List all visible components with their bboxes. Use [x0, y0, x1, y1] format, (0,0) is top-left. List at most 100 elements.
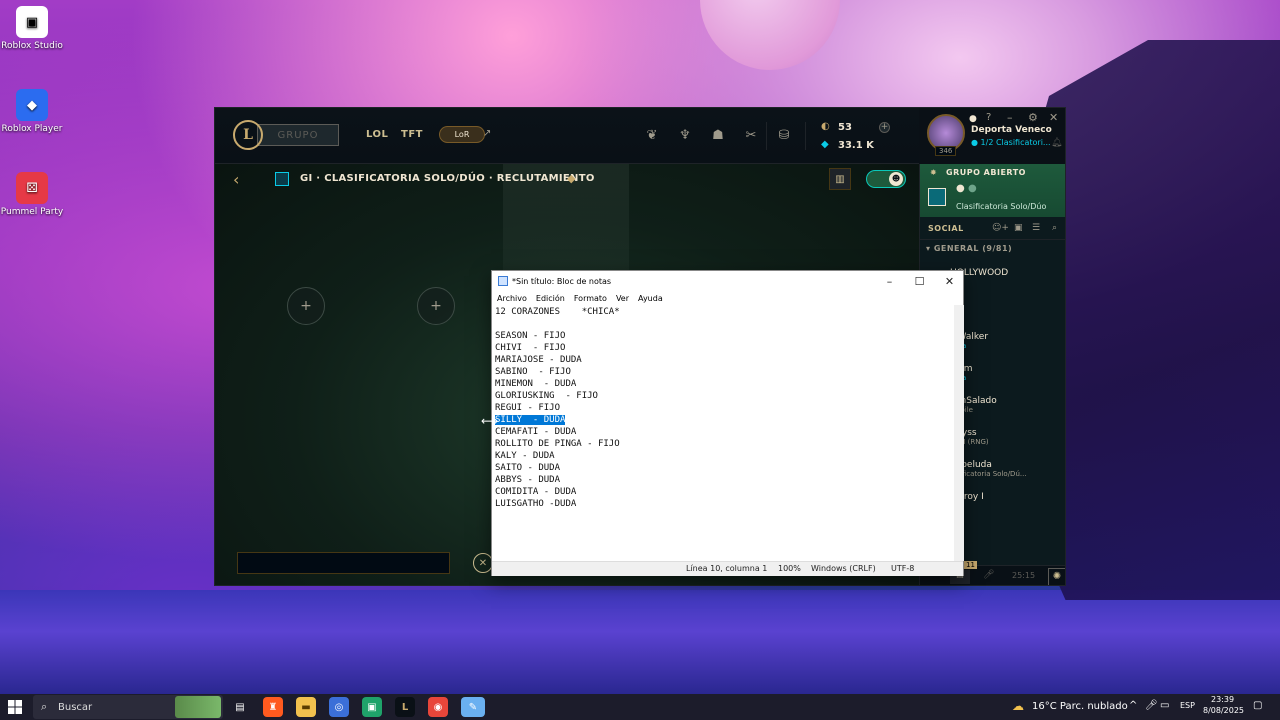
chat-timer: 25:15 [1012, 571, 1036, 580]
buy-rp-button[interactable]: + [879, 122, 890, 133]
champions-icon[interactable]: ♆ [677, 128, 693, 144]
loot-icon[interactable]: ✂ [743, 128, 759, 144]
nav-tft[interactable]: TFT [401, 129, 423, 140]
text-line: SILLY - DUDA [495, 414, 951, 426]
leave-lobby-button[interactable]: ✕ [473, 553, 493, 573]
lobby-breadcrumb: GI · CLASIFICATORIA SOLO/DÚO · RECLUTAMI… [300, 173, 595, 184]
group-button-label: GRUPO [277, 129, 319, 141]
open-group-card[interactable]: ✸ GRUPO ABIERTO ● ● Clasificatoria Solo/… [920, 164, 1065, 217]
network-icon[interactable]: ▭ [1160, 700, 1169, 711]
vertical-scrollbar[interactable] [954, 305, 964, 561]
league-client-taskbar-icon[interactable]: L [395, 697, 415, 717]
text-line: COMIDITA - DUDA [495, 487, 577, 497]
blue-essence-icon: ◆ [821, 139, 829, 150]
group-button[interactable]: GRUPO [257, 124, 339, 146]
summoner-status-text: 1/2 Clasificatori... [980, 138, 1051, 147]
summoner-status: ● 1/2 Clasificatori... [971, 138, 1051, 147]
back-chevron-icon[interactable]: ‹ [233, 170, 239, 189]
close-button[interactable]: ✕ [934, 271, 965, 291]
queue-icon [928, 188, 946, 206]
league-logo-icon[interactable]: L [233, 120, 263, 150]
chrome-icon[interactable]: ◉ [428, 697, 448, 717]
menu-formato[interactable]: Formato [574, 294, 607, 303]
text-line: MINEMON - DUDA [495, 379, 577, 389]
app-icon[interactable]: ◎ [329, 697, 349, 717]
pummel-party-icon: ⚄ [16, 172, 48, 204]
info-diamond-icon[interactable]: ◆ [567, 172, 575, 185]
tray-chevron-icon[interactable]: ^ [1129, 700, 1137, 711]
add-player-slot[interactable]: + [287, 287, 325, 325]
notification-bell-icon[interactable]: 🔔︎ [1051, 138, 1062, 148]
text-line: KALY - DUDA [495, 451, 555, 461]
search-icon[interactable]: ⌕ [1052, 223, 1057, 233]
tft-icon[interactable]: ❦ [644, 128, 660, 144]
group-members-icon: ● [968, 183, 977, 194]
microphone-tray-icon[interactable]: 🎤︎ [1145, 700, 1158, 711]
microphone-icon[interactable]: 🎤︎ [983, 570, 994, 580]
selected-text: SILLY - DUDA [495, 415, 566, 425]
stats-icon[interactable]: ▥ [829, 168, 851, 190]
text-line: GLORIUSKING - FIJO [495, 391, 598, 401]
notification-dot-icon: ● [969, 114, 977, 124]
list-icon[interactable]: ☰ [1032, 223, 1040, 233]
menu-ayuda[interactable]: Ayuda [638, 294, 663, 303]
language-indicator[interactable]: ESP [1180, 701, 1195, 710]
search-placeholder: Buscar [58, 701, 93, 713]
close-icon[interactable]: ✕ [1049, 111, 1058, 124]
group-icon: ✸ [930, 168, 937, 177]
desktop-icon-roblox-player[interactable]: ◆ Roblox Player [0, 89, 67, 134]
taskbar-search[interactable]: ⌕ Buscar [33, 695, 223, 719]
app-icon[interactable]: ▣ [362, 697, 382, 717]
open-group-title: GRUPO ABIERTO [946, 168, 1026, 177]
windows-start-icon[interactable] [8, 700, 22, 714]
menu-edicion[interactable]: Edición [536, 294, 565, 303]
add-friend-icon[interactable]: ☺+ [992, 223, 1009, 233]
minimize-icon[interactable]: – [1007, 111, 1013, 124]
open-group-queue: Clasificatoria Solo/Dúo [956, 202, 1047, 211]
notepad-icon [498, 276, 508, 286]
task-view-icon[interactable]: ▤ [230, 697, 250, 717]
desktop-icon-roblox-studio[interactable]: ▣ Roblox Studio [0, 6, 67, 51]
settings-gear-icon[interactable]: ⚙ [1028, 111, 1038, 124]
nav-lor-label: LoR [454, 130, 470, 139]
nav-lor[interactable]: LoR [439, 126, 485, 143]
file-explorer-icon[interactable]: ▬ [296, 697, 316, 717]
friends-group-header[interactable]: ▾ GENERAL (9/81) [926, 244, 1012, 253]
text-line [495, 318, 951, 330]
notepad-text-area[interactable]: 12 CORAZONES *CHICA* SEASON - FIJO CHIVI … [492, 305, 954, 561]
profile-area[interactable]: 346 Deporta Veneco ● 1/2 Clasificatori..… [919, 108, 1065, 164]
desktop-icon-pummel-party[interactable]: ⚄ Pummel Party [0, 172, 67, 217]
maximize-button[interactable]: ☐ [904, 271, 935, 291]
clock-date[interactable]: 8/08/2025 [1203, 706, 1244, 715]
add-folder-icon[interactable]: ▣ [1014, 223, 1023, 233]
divider [766, 122, 767, 150]
menu-archivo[interactable]: Archivo [497, 294, 527, 303]
lobby-chat-input[interactable] [237, 552, 450, 574]
minimize-button[interactable]: – [874, 271, 905, 291]
resize-cursor-icon: ⟷ [481, 414, 499, 428]
text-line: 12 CORAZONES *CHICA* [495, 307, 620, 317]
notepad-taskbar-icon[interactable]: ✎ [461, 697, 485, 717]
encoding: UTF-8 [891, 564, 915, 573]
brave-browser-icon[interactable]: ♜ [263, 697, 283, 717]
line-ending: Windows (CRLF) [811, 564, 876, 573]
weather-text[interactable]: 16°C Parc. nublado [1032, 701, 1128, 712]
store-icon[interactable]: ⛁ [776, 128, 792, 144]
text-line: REGUI - FIJO [495, 403, 561, 413]
bug-report-icon[interactable]: ✺ [1048, 568, 1065, 585]
social-title: SOCIAL [928, 224, 964, 233]
nav-lol[interactable]: LOL [366, 129, 388, 140]
text-line: CHIVI - FIJO [495, 343, 566, 353]
add-player-slot[interactable]: + [417, 287, 455, 325]
open-party-toggle[interactable]: ☻ [866, 170, 906, 188]
search-highlight-image [175, 696, 221, 718]
clock-time[interactable]: 23:39 [1211, 695, 1234, 704]
notepad-window: *Sin título: Bloc de notas – ☐ ✕ Archivo… [491, 270, 964, 576]
notifications-icon[interactable]: ▢ [1253, 700, 1262, 711]
menu-ver[interactable]: Ver [616, 294, 629, 303]
help-icon[interactable]: ? [986, 112, 991, 123]
desktop-icon-label: Roblox Studio [1, 41, 63, 51]
notepad-title: *Sin título: Bloc de notas [512, 276, 612, 286]
collection-icon[interactable]: ☗ [710, 128, 726, 144]
search-icon: ⌕ [41, 700, 48, 713]
